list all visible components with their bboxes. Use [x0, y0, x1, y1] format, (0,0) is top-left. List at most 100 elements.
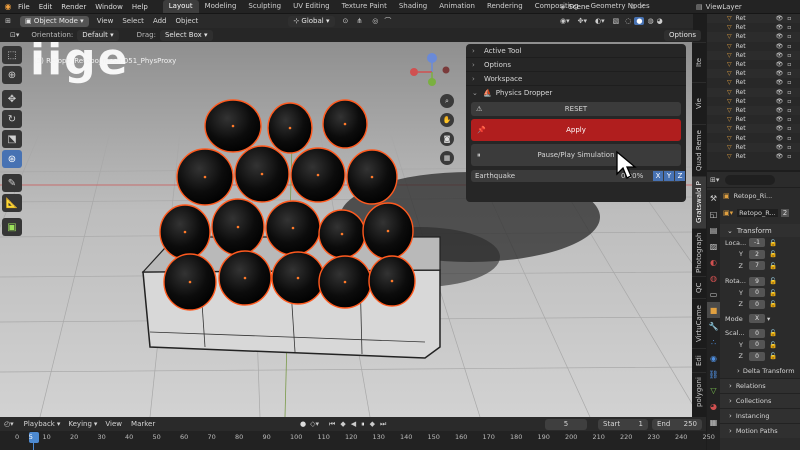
outliner-row[interactable]: ▽ Ret 👁 ▫	[707, 69, 800, 79]
eye-icon[interactable]: 👁	[776, 107, 784, 114]
menu-edit[interactable]: Edit	[39, 3, 53, 11]
snap-icon[interactable]: ⋔	[356, 17, 362, 25]
tab-modeling[interactable]: Modeling	[199, 0, 243, 13]
eye-icon[interactable]: 👁	[776, 79, 784, 86]
timeline-menu-marker[interactable]: Marker	[131, 420, 155, 428]
collection-tab-icon[interactable]: ▭	[707, 286, 720, 302]
location-y-field[interactable]: 2	[749, 249, 765, 259]
cursor-tool-icon[interactable]: ⊕	[2, 66, 22, 84]
visibility-icon[interactable]: ◉▾	[560, 17, 570, 25]
search-field[interactable]	[725, 174, 776, 185]
rotation-x-field[interactable]: 9	[749, 276, 765, 286]
outliner-row[interactable]: ▽ Ret 👁 ▫	[707, 42, 800, 51]
scale-z-field[interactable]: 0	[749, 351, 765, 361]
eye-icon[interactable]: 👁	[776, 98, 784, 105]
scale-y-field[interactable]: 0	[749, 340, 765, 350]
data-tab-icon[interactable]: ▽	[707, 382, 720, 398]
perspective-grid-icon[interactable]: ▦	[440, 151, 454, 165]
lock-icon[interactable]: 🔓	[769, 341, 777, 349]
add-cube-tool-icon[interactable]: ▣	[2, 218, 22, 236]
end-frame-field[interactable]: End 250	[652, 418, 702, 430]
camera-icon[interactable]: ▫	[787, 79, 791, 86]
shading-material-icon[interactable]: ◍	[647, 17, 653, 25]
eye-icon[interactable]: 👁	[776, 153, 784, 160]
modifier-tab-icon[interactable]: 🔧	[707, 318, 720, 334]
pause-icon[interactable]: ⏸	[361, 420, 365, 429]
outliner-row[interactable]: ▽ Ret 👁 ▫	[707, 14, 800, 24]
timeline-menu-view[interactable]: View	[105, 420, 122, 428]
outliner-row[interactable]: ▽ Ret 👁 ▫	[707, 97, 800, 106]
outliner-row[interactable]: ▽ Ret 👁 ▫	[707, 87, 800, 97]
user-count[interactable]: 2	[780, 209, 790, 217]
lock-icon[interactable]: 🔓	[769, 300, 777, 308]
tool-tab-icon[interactable]: ⚒	[707, 190, 720, 206]
vp-menu-view[interactable]: View	[97, 17, 114, 25]
vp-menu-select[interactable]: Select	[122, 17, 144, 25]
proportional-edit-icon[interactable]: ◎	[372, 17, 378, 25]
shading-wireframe-icon[interactable]: ◌	[625, 17, 631, 25]
viewlayer-selector[interactable]: ▤ ViewLayer	[696, 1, 742, 13]
outliner-row[interactable]: ▽ Ret 👁 ▫	[707, 78, 800, 87]
eye-icon[interactable]: 👁	[776, 33, 784, 40]
camera-icon[interactable]: ▫	[787, 144, 791, 151]
editor-type-icon[interactable]: ⊞	[0, 17, 16, 25]
tab-sculpting[interactable]: Sculpting	[242, 0, 287, 13]
relations-header[interactable]: › Relations	[707, 378, 800, 393]
tab-polygoniq[interactable]: polygoni	[692, 372, 706, 412]
pause-play-button[interactable]: ⏸ Pause/Play Simulation	[471, 144, 681, 166]
outliner-row[interactable]: ▽ Ret 👁 ▫	[707, 115, 800, 124]
data-name[interactable]: Retopo_R...	[737, 209, 778, 217]
delta-transform-header[interactable]: › Delta Transform	[707, 364, 800, 378]
close-icon[interactable]: ✕	[639, 3, 645, 11]
editor-type-icon[interactable]: ⊞▾	[710, 176, 719, 184]
tab-item[interactable]: Ite	[692, 42, 706, 82]
rotation-y-field[interactable]: 0	[749, 288, 765, 298]
vp-menu-add[interactable]: Add	[153, 17, 167, 25]
outliner-row[interactable]: ▽ Ret 👁 ▫	[707, 142, 800, 152]
clock-icon[interactable]: ◴▾	[4, 420, 14, 428]
motion-paths-header[interactable]: › Motion Paths	[707, 423, 800, 438]
copy-icon[interactable]: ⧉	[630, 3, 635, 12]
outliner-row[interactable]: ▽ Ret 👁 ▫	[707, 50, 800, 60]
eye-icon[interactable]: 👁	[776, 125, 784, 132]
select-tool-icon[interactable]: ⬚	[2, 46, 22, 64]
menu-render[interactable]: Render	[61, 3, 86, 11]
camera-icon[interactable]: ▫	[787, 116, 791, 123]
keyframe-icon[interactable]: ◇▾	[310, 420, 319, 428]
tab-qc[interactable]: QC	[692, 276, 706, 298]
camera-icon[interactable]: ▫	[787, 153, 791, 160]
section-active-tool[interactable]: › Active Tool	[466, 44, 686, 58]
object-tab-icon[interactable]: ■	[707, 302, 720, 318]
timeline-menu-keying[interactable]: Keying	[68, 420, 92, 428]
camera-icon[interactable]: ▫	[787, 135, 791, 142]
blender-logo-icon[interactable]: ◉	[0, 2, 16, 11]
move-tool-icon[interactable]: ✥	[2, 90, 22, 108]
camera-icon[interactable]: ▫	[787, 107, 791, 114]
annotate-tool-icon[interactable]: ✎	[2, 174, 22, 192]
axis-z-toggle[interactable]: Z	[675, 171, 685, 181]
apply-button[interactable]: 📌 Apply	[471, 119, 681, 141]
eye-icon[interactable]: 👁	[776, 144, 784, 151]
orientation-dropdown[interactable]: Default ▾	[77, 29, 119, 41]
lock-icon[interactable]: 🔓	[769, 289, 777, 297]
eye-icon[interactable]: 👁	[776, 70, 784, 77]
menu-window[interactable]: Window	[95, 3, 123, 11]
scale-tool-icon[interactable]: ⬔	[2, 130, 22, 148]
eye-icon[interactable]: 👁	[776, 52, 784, 59]
outliner-row[interactable]: ▽ Ret 👁 ▫	[707, 133, 800, 142]
camera-icon[interactable]: ▫	[787, 15, 791, 22]
tab-photograph[interactable]: Photograph	[692, 228, 706, 276]
camera-icon[interactable]: ◙	[440, 132, 454, 146]
lock-icon[interactable]: 🔓	[769, 262, 777, 270]
tab-quad-remesh[interactable]: Quad Reme	[692, 124, 706, 176]
transform-orientation-dropdown[interactable]: ⊹ Global ▾	[288, 15, 335, 27]
eye-icon[interactable]: 👁	[776, 89, 784, 96]
outliner-row[interactable]: ▽ Ret 👁 ▫	[707, 152, 800, 161]
particles-tab-icon[interactable]: ∴	[707, 334, 720, 350]
camera-icon[interactable]: ▫	[787, 33, 791, 40]
measure-tool-icon[interactable]: 📐	[2, 194, 22, 212]
camera-icon[interactable]: ▫	[787, 125, 791, 132]
tab-uv-editing[interactable]: UV Editing	[287, 0, 336, 13]
scale-x-field[interactable]: 0	[749, 328, 765, 338]
falloff-icon[interactable]: ⌒	[384, 16, 391, 26]
